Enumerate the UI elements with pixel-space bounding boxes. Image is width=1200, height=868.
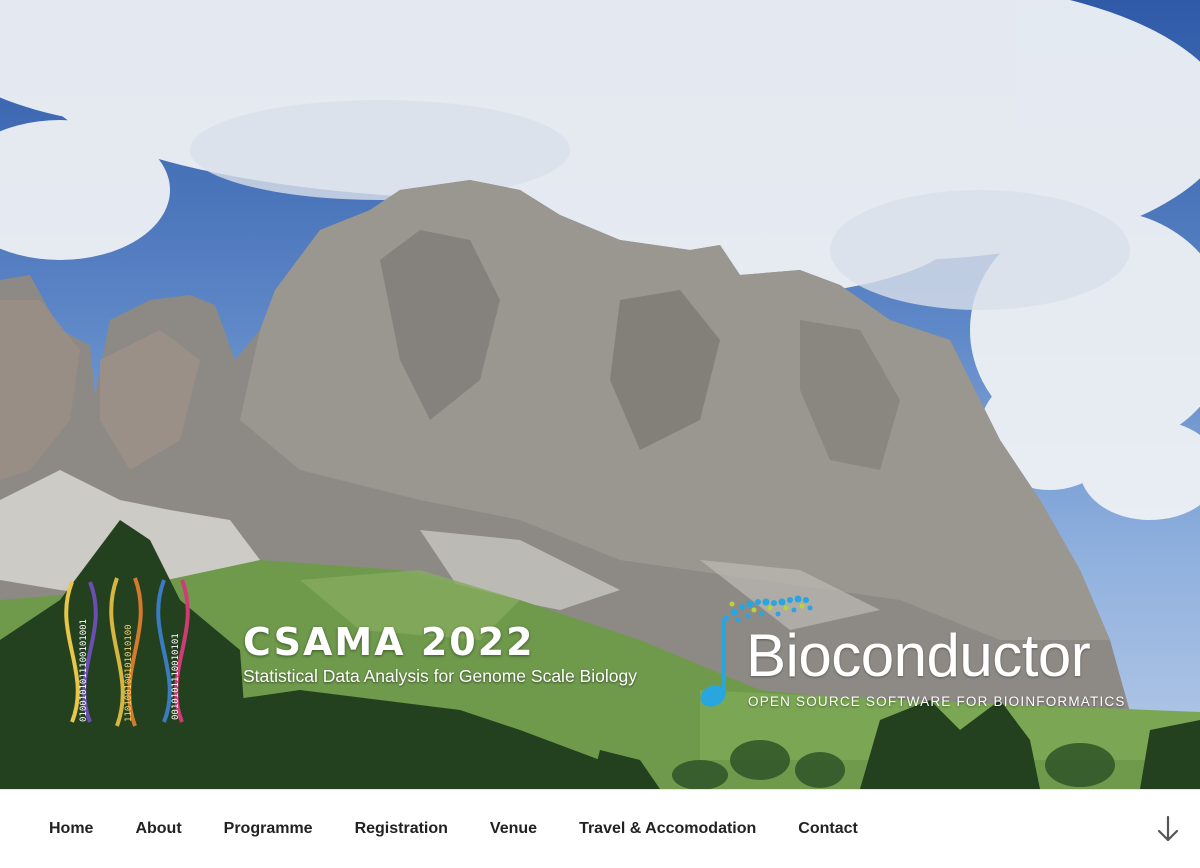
header-hero: 0100101011100101001 110100100101010100 0… (0, 0, 1200, 789)
nav-item-home[interactable]: Home (28, 820, 114, 838)
nav-item-about[interactable]: About (114, 820, 202, 838)
bioconductor-wordmark: Bioconductor (746, 622, 1091, 689)
nav-item-travel-accomodation[interactable]: Travel & Accomodation (558, 820, 777, 838)
csama-binary-strand-3: 0010101110010101 (171, 633, 181, 720)
nav-item-venue[interactable]: Venue (469, 820, 558, 838)
bioconductor-logo: Bioconductor OPEN SOURCE SOFTWARE FOR BI… (698, 590, 1124, 715)
arrow-down-icon[interactable] (1154, 814, 1182, 844)
site-branding: CSAMA 2022 Statistical Data Analysis for… (243, 620, 637, 687)
csama-binary-strand-2: 110100100101010100 (124, 624, 134, 722)
site-tagline: Statistical Data Analysis for Genome Sca… (243, 666, 637, 686)
nav-menu: Home About Programme Registration Venue … (28, 790, 879, 868)
site-title[interactable]: CSAMA 2022 (243, 620, 637, 664)
csama-dna-logo: 0100101011100101001 110100100101010100 0… (64, 577, 190, 727)
csama-binary-strand-1: 0100101011100101001 (79, 619, 89, 722)
nav-item-programme[interactable]: Programme (203, 820, 334, 838)
nav-item-contact[interactable]: Contact (777, 820, 879, 838)
main-navigation: Home About Programme Registration Venue … (0, 789, 1200, 868)
bioconductor-subtitle: OPEN SOURCE SOFTWARE FOR BIOINFORMATICS (748, 694, 1126, 709)
nav-item-registration[interactable]: Registration (334, 820, 469, 838)
